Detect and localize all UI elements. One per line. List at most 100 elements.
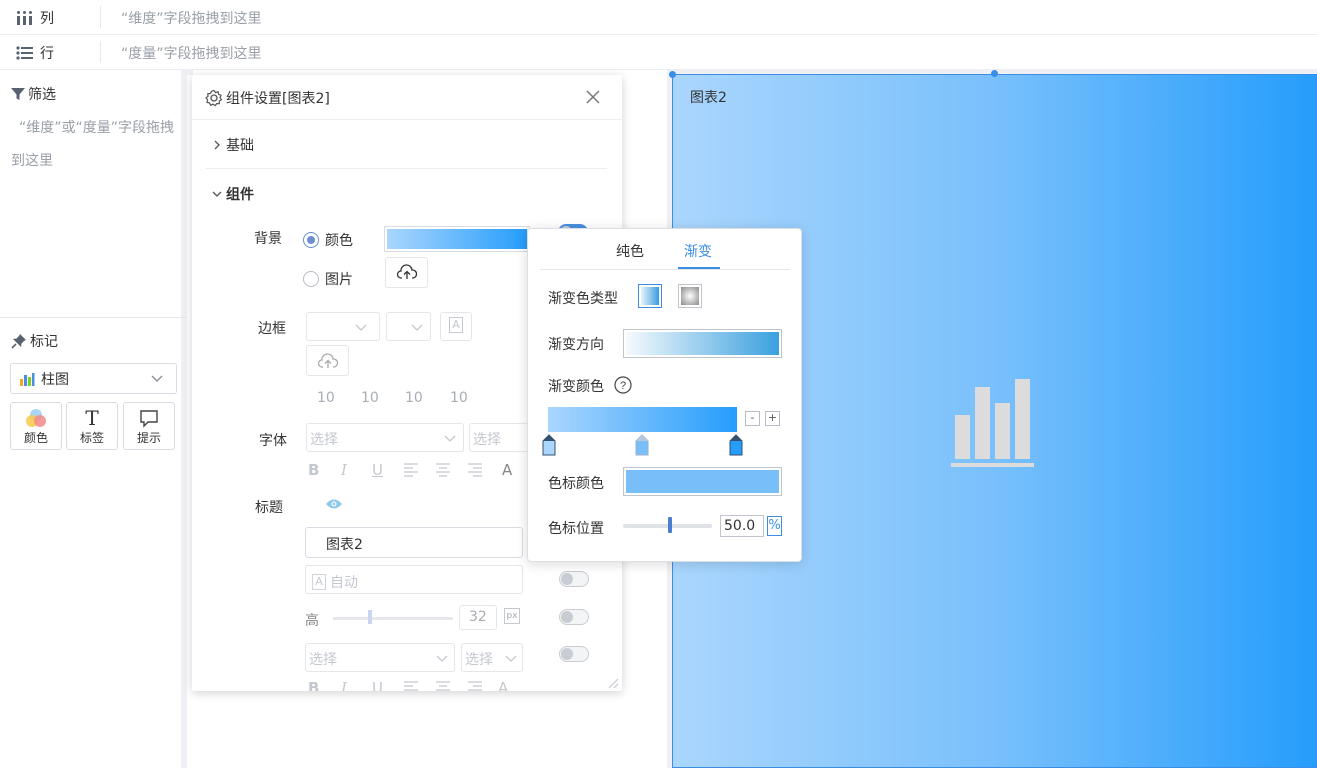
stop-position-slider-thumb[interactable]: [668, 517, 672, 533]
border-image-upload-button[interactable]: [306, 345, 349, 376]
title-text-input[interactable]: 图表2: [305, 527, 523, 558]
align-center-icon[interactable]: [435, 463, 451, 477]
chevron-down-icon: [212, 191, 222, 197]
active-tab-indicator: [678, 267, 720, 269]
color-stop-end[interactable]: [729, 434, 743, 456]
align-left-icon[interactable]: [403, 681, 419, 691]
resize-handle-top-left[interactable]: [669, 71, 676, 78]
eye-icon[interactable]: [325, 498, 343, 510]
resize-handle-top[interactable]: [991, 70, 998, 77]
percent-unit-label: %: [767, 516, 782, 536]
title-auto-field[interactable]: A 自动: [305, 565, 523, 594]
chart-type-select[interactable]: 柱图: [10, 363, 177, 394]
stop-position-label: 色标位置: [548, 521, 604, 537]
height-slider-thumb[interactable]: [368, 610, 372, 624]
color-stop-middle[interactable]: [635, 434, 649, 456]
font-color-icon[interactable]: A: [502, 461, 512, 479]
section-divider: [206, 168, 607, 169]
linear-gradient-type-button[interactable]: [638, 284, 662, 308]
columns-label: 列: [40, 11, 54, 27]
section-basic-label: 基础: [226, 138, 254, 154]
bold-icon[interactable]: B: [308, 679, 319, 691]
bg-image-upload-button[interactable]: [385, 257, 428, 288]
mark-color-label: 颜色: [23, 431, 48, 445]
height-toggle[interactable]: [559, 609, 589, 625]
height-slider-track[interactable]: [333, 617, 453, 620]
mark-color-button[interactable]: 颜色: [10, 402, 62, 450]
italic-icon[interactable]: I: [341, 461, 347, 479]
tab-divider: [540, 269, 790, 270]
border-style-select[interactable]: [306, 312, 380, 341]
padding-top-value[interactable]: 10: [317, 390, 335, 406]
chart-title: 图表2: [690, 90, 727, 106]
rows-icon: [16, 46, 33, 60]
gradient-preview-bar[interactable]: [548, 407, 737, 432]
mark-title: 标记: [11, 331, 58, 351]
chart-type-value: 柱图: [41, 371, 69, 388]
columns-icon: [17, 11, 32, 25]
rows-label-group: 行: [16, 43, 54, 63]
title-size-select[interactable]: 选择: [461, 643, 523, 672]
section-component[interactable]: 组件: [212, 184, 254, 204]
bg-image-option-label: 图片: [325, 272, 353, 288]
background-gradient-swatch[interactable]: [384, 226, 530, 252]
align-center-icon[interactable]: [435, 681, 451, 691]
font-a-icon: A: [312, 573, 326, 590]
cloud-upload-icon: [397, 264, 417, 279]
mark-label-button[interactable]: T 标签: [66, 402, 118, 450]
radio-dot-selected: [303, 232, 319, 248]
title-auto-label: 自动: [330, 574, 358, 591]
title-label: 标题: [255, 500, 283, 516]
padding-left-value[interactable]: 10: [450, 390, 468, 406]
bg-color-radio[interactable]: 颜色: [303, 230, 353, 250]
padding-right-value[interactable]: 10: [361, 390, 379, 406]
columns-shelf[interactable]: 列 “维度”字段拖拽到这里: [0, 0, 1317, 35]
mark-tooltip-label: 提示: [136, 431, 161, 445]
title-font-placeholder: 选择: [309, 652, 337, 668]
section-basic[interactable]: 基础: [212, 135, 254, 155]
border-width-select[interactable]: [386, 312, 431, 341]
font-size-select[interactable]: 选择: [469, 423, 529, 452]
resize-grip-icon[interactable]: [608, 678, 619, 689]
align-right-icon[interactable]: [467, 681, 483, 691]
font-family-placeholder: 选择: [310, 432, 338, 448]
align-left-icon[interactable]: [403, 463, 419, 477]
bg-image-radio[interactable]: 图片: [303, 269, 353, 289]
font-color-icon[interactable]: A: [498, 679, 508, 691]
align-right-icon[interactable]: [467, 463, 483, 477]
columns-label-group: 列: [16, 8, 54, 28]
mark-label-label: 标签: [79, 431, 104, 445]
question-circle-icon[interactable]: ?: [614, 376, 632, 394]
chevron-right-icon: [214, 140, 220, 150]
tab-solid-color[interactable]: 纯色: [616, 241, 644, 261]
gradient-direction-label: 渐变方向: [548, 337, 604, 353]
gradient-direction-picker[interactable]: [623, 329, 782, 358]
title-auto-toggle[interactable]: [559, 571, 589, 587]
italic-icon[interactable]: I: [341, 679, 347, 691]
bold-icon[interactable]: B: [308, 461, 319, 479]
title-style-toggle[interactable]: [559, 646, 589, 662]
chevron-down-icon: [151, 375, 163, 382]
height-input[interactable]: 32: [459, 605, 497, 630]
remove-stop-button[interactable]: -: [745, 411, 760, 426]
color-picker-popover: 纯色 渐变 渐变色类型 渐变方向 渐变颜色 ? - + 色标颜色 色标位置 50…: [527, 228, 802, 562]
close-icon[interactable]: [585, 89, 601, 105]
underline-icon[interactable]: U: [372, 679, 383, 691]
padding-bottom-value[interactable]: 10: [405, 390, 423, 406]
add-stop-button[interactable]: +: [765, 411, 780, 426]
filter-drop-hint[interactable]: “维度”或“度量”字段拖拽到这里: [11, 112, 181, 178]
underline-icon[interactable]: U: [372, 461, 383, 479]
font-family-select[interactable]: 选择: [306, 423, 464, 452]
left-panel: 筛选 “维度”或“度量”字段拖拽到这里 标记 柱图 颜色 T 标签 提示: [0, 70, 187, 768]
rows-shelf[interactable]: 行 “度量”字段拖拽到这里: [0, 35, 1317, 70]
tab-gradient[interactable]: 渐变: [684, 241, 712, 261]
border-color-button[interactable]: A: [440, 312, 472, 341]
chevron-down-icon: [436, 655, 448, 662]
radial-gradient-type-button[interactable]: [678, 284, 702, 308]
color-stop-start[interactable]: [542, 434, 556, 456]
stop-position-input[interactable]: 50.0: [720, 515, 764, 537]
color-circles-icon: [26, 409, 46, 427]
stop-color-swatch[interactable]: [623, 467, 782, 496]
mark-tooltip-button[interactable]: 提示: [123, 402, 175, 450]
title-font-select[interactable]: 选择: [305, 643, 455, 672]
